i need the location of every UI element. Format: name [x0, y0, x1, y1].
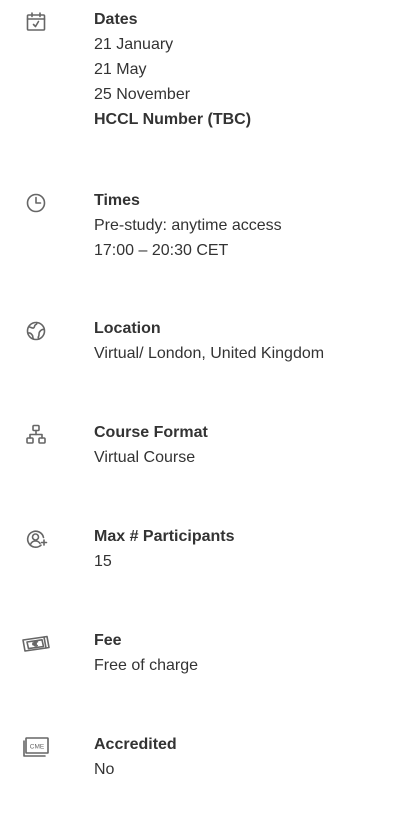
- cme-label: CME: [30, 744, 45, 751]
- course-format-text: Course Format Virtual Course: [94, 419, 414, 470]
- accredited-value: No: [94, 761, 115, 778]
- course-format-value: Virtual Course: [94, 449, 196, 466]
- accredited-text: Accredited No: [94, 731, 414, 782]
- course-format-title: Course Format: [94, 424, 208, 441]
- globe-icon: [24, 319, 48, 343]
- max-participants-value: 15: [94, 553, 112, 570]
- time-item: Pre-study: anytime access: [94, 217, 282, 234]
- times-title: Times: [94, 192, 140, 209]
- fee-text: Fee Free of charge: [94, 627, 414, 678]
- time-item: 17:00 – 20:30 CET: [94, 242, 229, 259]
- fee-title: Fee: [94, 632, 122, 649]
- euro-banknote-icon: [20, 631, 50, 655]
- location-title: Location: [94, 320, 161, 337]
- calendar-icon: [24, 10, 48, 34]
- hccl-number: HCCL Number (TBC): [94, 111, 252, 128]
- dates-title: Dates: [94, 11, 138, 28]
- max-participants-text: Max # Participants 15: [94, 523, 414, 574]
- cme-certificate-icon: CME: [22, 735, 50, 759]
- date-item: 21 May: [94, 61, 147, 78]
- fee-value: Free of charge: [94, 657, 199, 674]
- accredited-title: Accredited: [94, 736, 177, 753]
- date-item: 21 January: [94, 36, 174, 53]
- date-item: 25 November: [94, 86, 191, 103]
- clock-icon: [24, 191, 48, 215]
- hierarchy-icon: [24, 423, 48, 447]
- location-text: Location Virtual/ London, United Kingdom: [94, 315, 414, 366]
- location-value: Virtual/ London, United Kingdom: [94, 345, 325, 362]
- times-text: Times Pre-study: anytime access 17:00 – …: [94, 187, 414, 263]
- max-participants-title: Max # Participants: [94, 528, 235, 545]
- dates-text: Dates 21 January 21 May 25 November HCCL…: [94, 6, 414, 132]
- add-user-icon: [24, 527, 48, 551]
